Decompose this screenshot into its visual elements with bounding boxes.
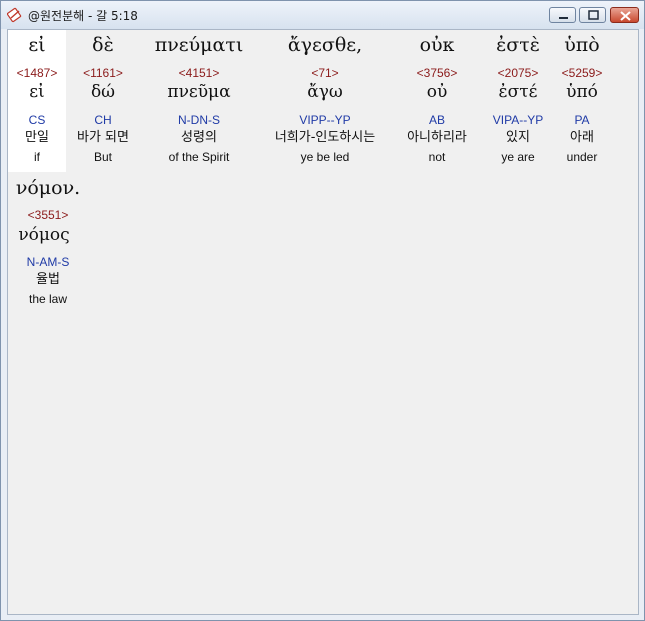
- word-lemma: νόμος: [18, 225, 70, 245]
- maximize-icon: [588, 10, 599, 20]
- word-parsing: CS: [28, 113, 46, 127]
- close-button[interactable]: [610, 7, 639, 23]
- word-greek[interactable]: δὲ: [68, 34, 138, 56]
- word-greek[interactable]: ἐστὲ: [482, 34, 554, 56]
- word-strong-number[interactable]: <3756>: [394, 66, 480, 80]
- word-korean: 성령의: [181, 130, 217, 145]
- word-english: But: [93, 150, 112, 164]
- minimize-icon: [559, 17, 568, 19]
- word-strong-number[interactable]: <3551>: [8, 208, 88, 222]
- word-lemma: ἐστέ: [498, 82, 538, 102]
- word-english: not: [428, 150, 446, 164]
- word-lemma: οὐ: [426, 82, 448, 102]
- word-strong-number[interactable]: <1161>: [68, 66, 138, 80]
- word-strong-number[interactable]: <1487>: [8, 66, 66, 80]
- word-parsing: VIPP--YP: [299, 113, 351, 127]
- word-greek[interactable]: εἰ: [8, 34, 66, 56]
- word-english: of the Spirit: [168, 150, 230, 164]
- word-korean: 아래: [570, 130, 594, 145]
- word-lemma: δώ: [90, 82, 116, 102]
- word-strong-number[interactable]: <71>: [260, 66, 390, 80]
- word-parsing: N-DN-S: [178, 113, 220, 127]
- minimize-button[interactable]: [549, 7, 576, 23]
- word-korean: 있지: [506, 130, 530, 145]
- word-greek[interactable]: πνεύματι: [140, 34, 258, 56]
- word-parsing: VIPA--YP: [492, 113, 544, 127]
- word-korean: 만일: [25, 130, 49, 145]
- word-greek[interactable]: ἄγεσθε,: [260, 34, 390, 56]
- word-strong-number[interactable]: <4151>: [140, 66, 258, 80]
- word-korean: 바가 되면: [77, 130, 129, 145]
- word-strong-number[interactable]: <5259>: [554, 66, 610, 80]
- app-icon: [6, 7, 23, 23]
- word-parsing: N-AM-S: [26, 255, 70, 269]
- word-english: the law: [28, 292, 68, 306]
- word-english: under: [566, 150, 598, 164]
- word-greek[interactable]: νόμον.: [8, 177, 88, 199]
- interlinear-panel: εἰ <1487> εἰ CS 만일 if δὲ <1161> δώ CH 바가…: [7, 29, 639, 615]
- word-parsing: CH: [94, 113, 112, 127]
- word-korean: 너희가-인도하시는: [274, 130, 376, 145]
- word-korean: 율법: [36, 272, 60, 287]
- word-greek[interactable]: ὑπὸ: [554, 34, 610, 56]
- app-window: @원전분해 - 갈 5:18 εἰ <1487> εἰ CS 만일 if δὲ …: [0, 0, 645, 621]
- word-lemma: ἄγω: [307, 82, 343, 102]
- word-parsing: PA: [574, 113, 590, 127]
- word-korean: 아니하리라: [407, 130, 467, 145]
- word-lemma: εἰ: [29, 82, 45, 102]
- word-english: ye are: [501, 150, 535, 164]
- close-icon: [620, 11, 631, 21]
- word-lemma: πνεῦμα: [167, 82, 231, 102]
- word-greek[interactable]: οὐκ: [394, 34, 480, 56]
- maximize-button[interactable]: [579, 7, 606, 23]
- word-english: if: [34, 150, 40, 164]
- window-title: @원전분해 - 갈 5:18: [28, 9, 138, 23]
- word-lemma: ὑπό: [566, 82, 598, 102]
- word-strong-number[interactable]: <2075>: [482, 66, 554, 80]
- word-english: ye be led: [300, 150, 350, 164]
- word-parsing: AB: [428, 113, 445, 127]
- title-bar[interactable]: @원전분해 - 갈 5:18: [1, 1, 644, 29]
